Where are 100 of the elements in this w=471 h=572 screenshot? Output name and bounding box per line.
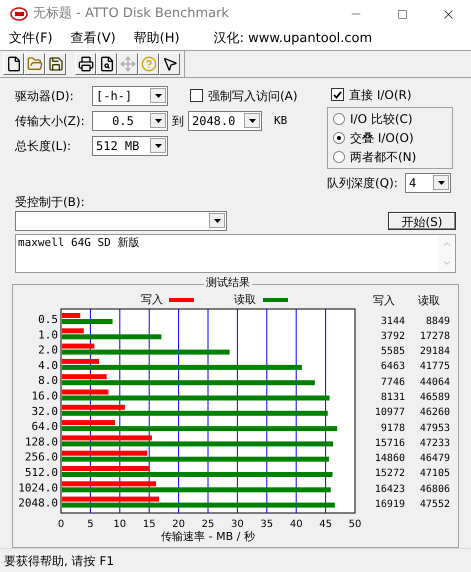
category-label: 128.0 (24, 435, 58, 448)
table-cell-text: 17278 (418, 330, 450, 344)
category-label: 1024.0 (18, 481, 58, 494)
category-label: 8.0 (38, 374, 58, 388)
queue-depth-select[interactable]: 4 (405, 172, 451, 193)
write-bar (62, 328, 84, 334)
start-button[interactable]: 开始(S) (388, 212, 456, 230)
scrollbar[interactable] (438, 234, 455, 272)
table-cell-text: 47105 (418, 467, 450, 482)
table-cell-text: 46806 (418, 482, 450, 497)
tick-label: 20 (172, 518, 185, 530)
category-label: 2.0 (38, 343, 58, 356)
tick-label: 15 (142, 518, 156, 530)
category-label: 2048.0 (18, 496, 58, 510)
read-bar (62, 318, 113, 324)
checkbox-label: 直接 I/O(R) (349, 86, 412, 104)
tick-label: 5 (87, 518, 94, 530)
unit-label: KB (274, 112, 288, 129)
size-to-select[interactable]: 2048.0 (188, 110, 262, 131)
menu-item[interactable]: 汉化: www.upantool.com (214, 29, 372, 49)
tick-label: 40 (290, 518, 303, 530)
tick-label: 35 (260, 518, 274, 530)
toolbar-button[interactable] (45, 52, 66, 75)
table-cell-text: 16423 (374, 482, 405, 497)
preview-icon (98, 56, 114, 72)
table-cell-text: 44064 (418, 376, 450, 390)
menu-item[interactable]: 查看(V) (70, 29, 116, 49)
write-bar (62, 312, 80, 318)
write-bar (62, 389, 108, 394)
toolbar-button[interactable] (75, 52, 96, 75)
table-cell-text: 8131 (380, 390, 405, 405)
field-label: 队列深度(Q): (327, 174, 399, 192)
radio-button[interactable] (333, 132, 345, 144)
status-text: 要获得帮助, 请按 F1 (4, 552, 114, 570)
menu-item[interactable]: 文件(F) (9, 29, 53, 49)
tick-label: 30 (231, 518, 244, 530)
table-cell-text: 29184 (418, 345, 450, 360)
radio-label: I/O 比较(C) (350, 110, 413, 128)
category-label: 4.0 (38, 358, 58, 372)
table-cell-text: 8849 (424, 314, 450, 328)
app-icon (10, 7, 28, 21)
drive-select[interactable]: [-h-] (92, 86, 168, 106)
table-cell-text: 41775 (418, 360, 450, 374)
group-title: 测试结果 (204, 276, 252, 290)
table-cell-text: 7746 (380, 376, 405, 390)
write-bar (62, 374, 107, 380)
field-label: 传输大小(Z): (15, 112, 86, 130)
table-cell-text: 9178 (380, 422, 405, 436)
radio-button[interactable] (333, 112, 345, 125)
table-cell-text: 47233 (418, 436, 450, 451)
chart-legend-write: 写入 (141, 292, 194, 306)
controller-select[interactable] (15, 210, 227, 231)
category-label: 0.5 (38, 312, 58, 326)
table-cell-text: 10977 (374, 406, 405, 420)
field-label: 总长度(L): (15, 138, 72, 155)
table-cell-text: 15716 (374, 436, 405, 451)
checkbox[interactable] (190, 89, 203, 102)
category-label: 256.0 (24, 450, 58, 464)
axis-label: 传输速率 - MB / 秒 (161, 530, 255, 543)
checkbox[interactable] (331, 88, 344, 102)
toolbar-button[interactable] (96, 52, 117, 75)
toolbar-button[interactable] (159, 52, 180, 75)
write-bar (62, 343, 94, 348)
save-icon (48, 56, 64, 72)
table-cell-text: 47552 (418, 498, 450, 512)
category-label: 1.0 (38, 328, 58, 342)
write-bar (62, 420, 115, 425)
new-file-icon (6, 56, 22, 72)
category-label: 64.0 (32, 420, 58, 433)
checkbox-label: 强制写入访问(A) (208, 88, 298, 105)
length-select[interactable]: 512 MB (92, 136, 168, 156)
tick-label: 0 (58, 518, 64, 530)
write-bar (62, 404, 125, 410)
description-field[interactable]: maxwell 64G SD 新版 (15, 234, 456, 273)
tick-label: 25 (202, 518, 214, 530)
help-icon (140, 56, 156, 72)
column-header: 写入 (372, 292, 396, 309)
radio-button[interactable] (333, 150, 345, 163)
chart-legend-read: 读取 (234, 292, 288, 306)
column-header: 读取 (417, 292, 441, 309)
table-cell-text: 15272 (374, 467, 405, 482)
tick-label: 10 (113, 518, 126, 530)
size-from-select[interactable]: 0.5 (92, 110, 168, 131)
tick-label: 50 (348, 518, 362, 530)
table-cell-text: 14860 (374, 452, 405, 466)
legend-label: 读取 (234, 292, 256, 306)
table-cell-text: 46589 (418, 390, 450, 405)
table-cell-text: 3144 (380, 314, 405, 328)
category-label: 512.0 (24, 466, 58, 479)
menu-item[interactable]: 帮助(H) (134, 29, 180, 49)
table-cell-text: 47953 (418, 422, 450, 436)
tick-label: 45 (319, 518, 332, 530)
printer-icon (78, 56, 94, 72)
window-title: 无标题 - ATTO Disk Benchmark (33, 5, 229, 24)
radio-label: 两者都不(N) (350, 148, 416, 166)
write-bar (62, 358, 100, 364)
table-cell-text: 5585 (380, 345, 405, 360)
field-label: 驱动器(D): (15, 88, 75, 105)
toolbar-button[interactable] (3, 52, 24, 75)
move-icon (120, 56, 136, 72)
